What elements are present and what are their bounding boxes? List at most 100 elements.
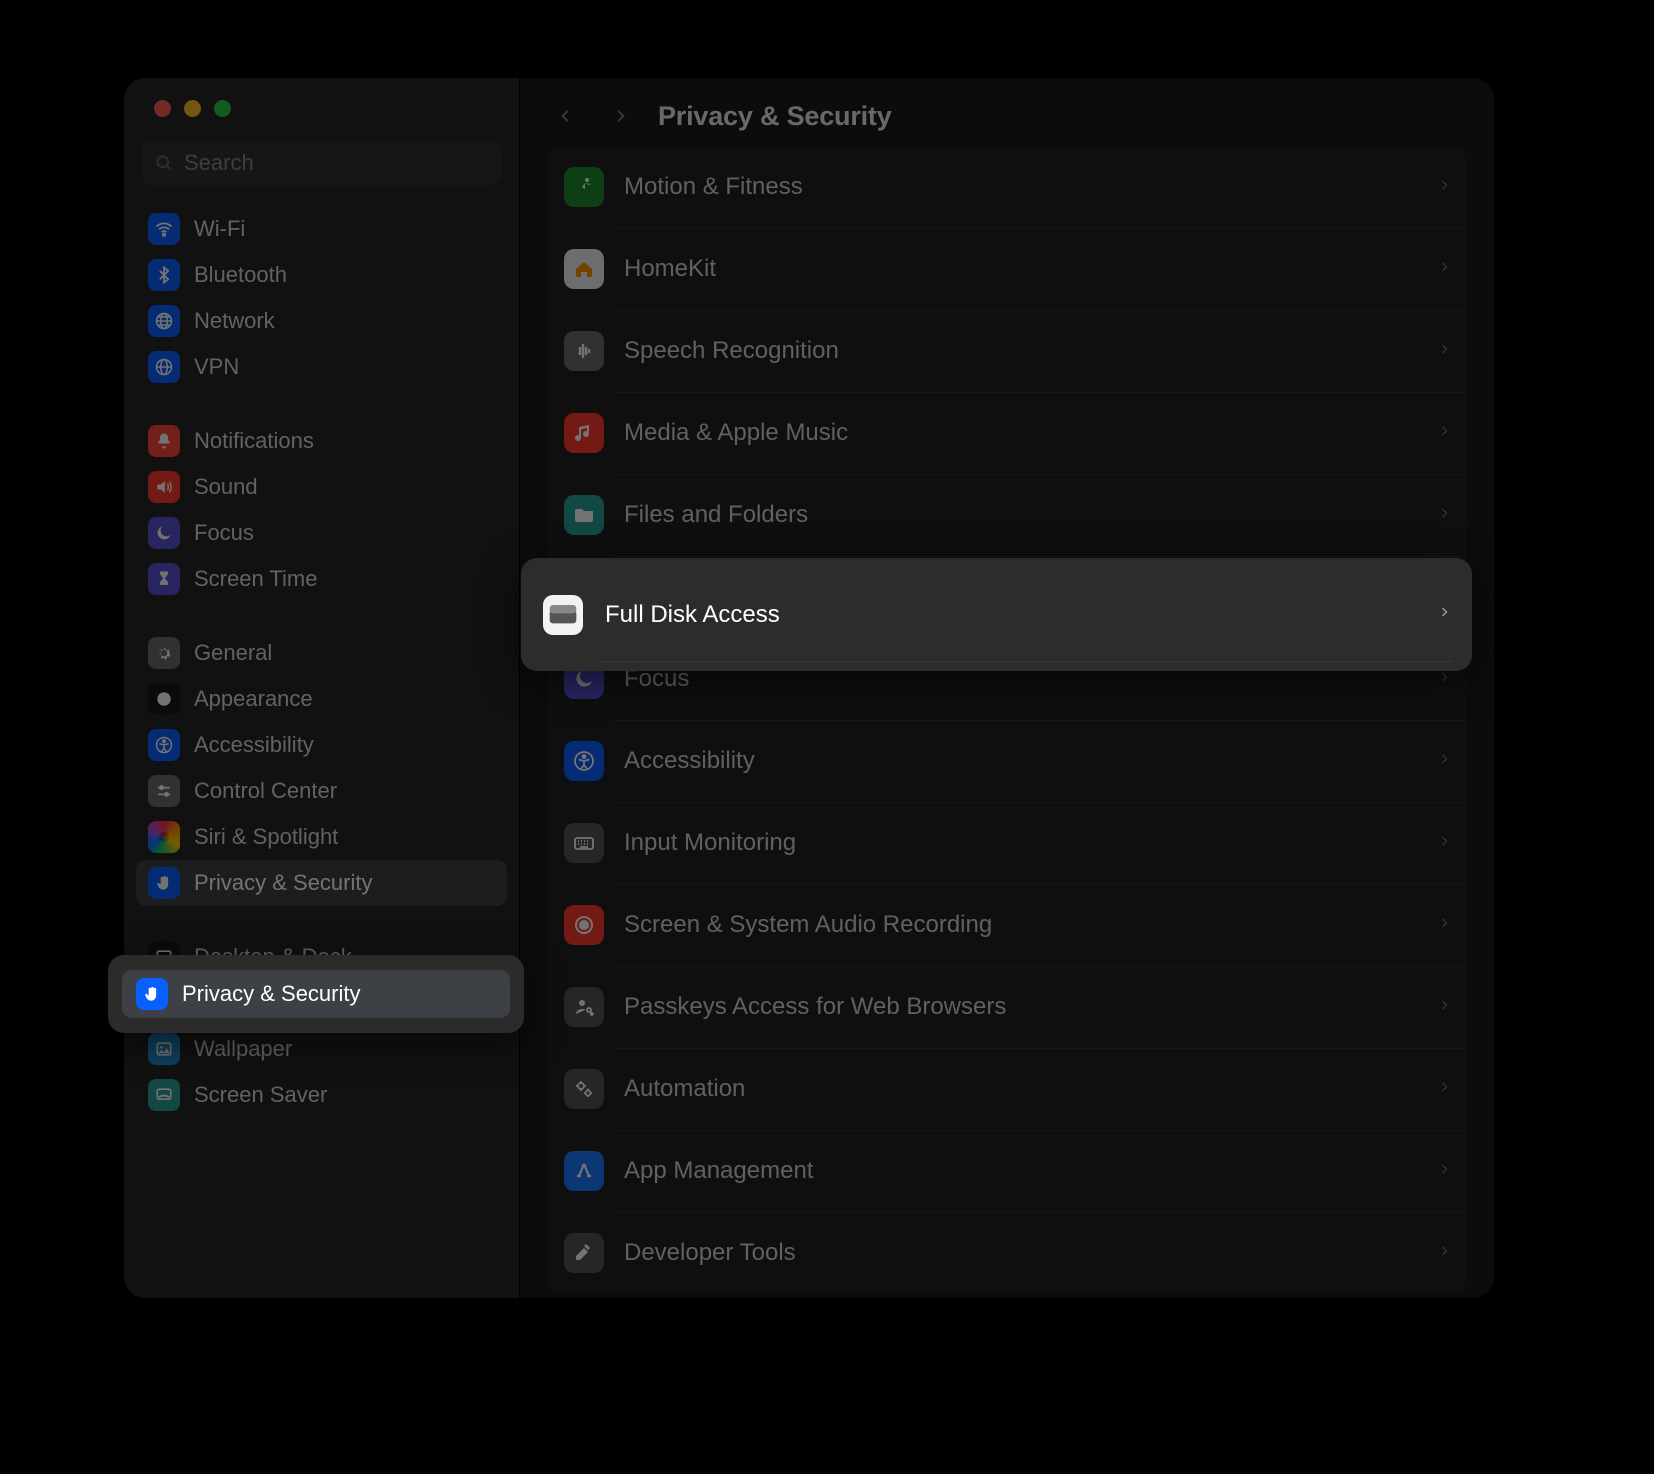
wifi-icon xyxy=(148,213,180,245)
sidebar-item-focus[interactable]: Focus xyxy=(136,510,507,556)
siri-icon xyxy=(148,821,180,853)
sidebar-item-label: Privacy & Security xyxy=(194,872,373,894)
sidebar-item-appearance[interactable]: Appearance xyxy=(136,676,507,722)
sidebar-item-label: Focus xyxy=(194,522,254,544)
row-speech-recognition[interactable]: Speech Recognition xyxy=(548,310,1466,392)
sidebar-item-label: Wi-Fi xyxy=(194,218,245,240)
chevron-right-icon xyxy=(1438,339,1450,364)
row-developer-tools[interactable]: Developer Tools xyxy=(548,1212,1466,1294)
sidebar-item-label: General xyxy=(194,642,272,664)
sidebar-item-label: Appearance xyxy=(194,688,313,710)
search-field[interactable] xyxy=(142,141,501,185)
forward-button[interactable] xyxy=(604,100,636,132)
highlight-sidebar-privacy: Privacy & Security xyxy=(108,955,524,1033)
search-input[interactable] xyxy=(184,150,489,176)
row-label: App Management xyxy=(624,1157,1438,1185)
sidebar-item-notifications[interactable]: Notifications xyxy=(136,418,507,464)
sidebar-item-accessibility[interactable]: Accessibility xyxy=(136,722,507,768)
chevron-right-icon xyxy=(1438,913,1450,938)
network-icon xyxy=(148,305,180,337)
hourglass-icon xyxy=(148,563,180,595)
row-accessibility[interactable]: Accessibility xyxy=(548,720,1466,802)
settings-window: Wi-Fi Bluetooth Network VPN xyxy=(124,78,1494,1298)
accessibility-icon xyxy=(564,741,604,781)
row-motion-fitness[interactable]: Motion & Fitness xyxy=(548,146,1466,228)
chevron-right-icon xyxy=(1438,175,1450,200)
row-screen-recording[interactable]: Screen & System Audio Recording xyxy=(548,884,1466,966)
sidebar-item-label: Network xyxy=(194,310,275,332)
highlight-row-label: Full Disk Access xyxy=(605,601,1438,629)
minimize-window-button[interactable] xyxy=(184,100,201,117)
row-app-management[interactable]: App Management xyxy=(548,1130,1466,1212)
sidebar-item-label: Screen Time xyxy=(194,568,318,590)
sidebar-item-label: Screen Saver xyxy=(194,1084,327,1106)
search-icon xyxy=(154,153,174,173)
person-key-icon xyxy=(564,987,604,1027)
row-label: Passkeys Access for Web Browsers xyxy=(624,993,1438,1021)
row-passkeys[interactable]: Passkeys Access for Web Browsers xyxy=(548,966,1466,1048)
sidebar-item-wifi[interactable]: Wi-Fi xyxy=(136,206,507,252)
settings-list: Motion & Fitness HomeKit Speech Recognit… xyxy=(548,146,1466,1294)
wallpaper-icon xyxy=(148,1033,180,1065)
sidebar-item-label: VPN xyxy=(194,356,239,378)
row-automation[interactable]: Automation xyxy=(548,1048,1466,1130)
appstore-icon xyxy=(564,1151,604,1191)
accessibility-icon xyxy=(148,729,180,761)
row-input-monitoring[interactable]: Input Monitoring xyxy=(548,802,1466,884)
chevron-right-icon xyxy=(1438,1077,1450,1102)
sidebar-item-screentime[interactable]: Screen Time xyxy=(136,556,507,602)
sidebar-item-label: Wallpaper xyxy=(194,1038,292,1060)
sidebar-item-controlcenter[interactable]: Control Center xyxy=(136,768,507,814)
row-label: Files and Folders xyxy=(624,501,1438,529)
running-icon xyxy=(564,167,604,207)
disk-icon xyxy=(543,595,583,635)
window-controls xyxy=(124,94,519,141)
hammer-icon xyxy=(564,1233,604,1273)
music-note-icon xyxy=(564,413,604,453)
gears-icon xyxy=(564,1069,604,1109)
sidebar-item-label: Bluetooth xyxy=(194,264,287,286)
sidebar-item-label: Accessibility xyxy=(194,734,314,756)
speaker-icon xyxy=(148,471,180,503)
close-window-button[interactable] xyxy=(154,100,171,117)
waveform-icon xyxy=(564,331,604,371)
hand-icon xyxy=(136,978,168,1010)
highlight-row-full-disk-access: Full Disk Access xyxy=(521,558,1472,671)
row-label: Developer Tools xyxy=(624,1239,1438,1267)
record-icon xyxy=(564,905,604,945)
sliders-icon xyxy=(148,775,180,807)
bluetooth-icon xyxy=(148,259,180,291)
row-label: Accessibility xyxy=(624,747,1438,775)
content-pane: Privacy & Security Motion & Fitness Home… xyxy=(520,78,1494,1298)
row-files-folders[interactable]: Files and Folders xyxy=(548,474,1466,556)
content-header: Privacy & Security xyxy=(520,78,1494,146)
vpn-icon xyxy=(148,351,180,383)
moon-icon xyxy=(148,517,180,549)
bell-icon xyxy=(148,425,180,457)
sidebar-item-general[interactable]: General xyxy=(136,630,507,676)
sidebar-item-vpn[interactable]: VPN xyxy=(136,344,507,390)
sidebar-item-privacy[interactable]: Privacy & Security xyxy=(136,860,507,906)
home-icon xyxy=(564,249,604,289)
row-label: Motion & Fitness xyxy=(624,173,1438,201)
chevron-right-icon xyxy=(1438,1241,1450,1266)
back-button[interactable] xyxy=(550,100,582,132)
screensaver-icon xyxy=(148,1079,180,1111)
gear-icon xyxy=(148,637,180,669)
appearance-icon xyxy=(148,683,180,715)
chevron-right-icon xyxy=(1438,257,1450,282)
sidebar-item-sound[interactable]: Sound xyxy=(136,464,507,510)
sidebar-item-screensaver[interactable]: Screen Saver xyxy=(136,1072,507,1118)
sidebar-item-network[interactable]: Network xyxy=(136,298,507,344)
sidebar-item-label: Siri & Spotlight xyxy=(194,826,338,848)
row-label: Media & Apple Music xyxy=(624,419,1438,447)
chevron-right-icon xyxy=(1438,421,1450,446)
sidebar-item-siri[interactable]: Siri & Spotlight xyxy=(136,814,507,860)
sidebar-item-label: Sound xyxy=(194,476,258,498)
hand-icon xyxy=(148,867,180,899)
zoom-window-button[interactable] xyxy=(214,100,231,117)
row-media-apple-music[interactable]: Media & Apple Music xyxy=(548,392,1466,474)
chevron-right-icon xyxy=(1438,503,1450,528)
sidebar-item-bluetooth[interactable]: Bluetooth xyxy=(136,252,507,298)
row-homekit[interactable]: HomeKit xyxy=(548,228,1466,310)
